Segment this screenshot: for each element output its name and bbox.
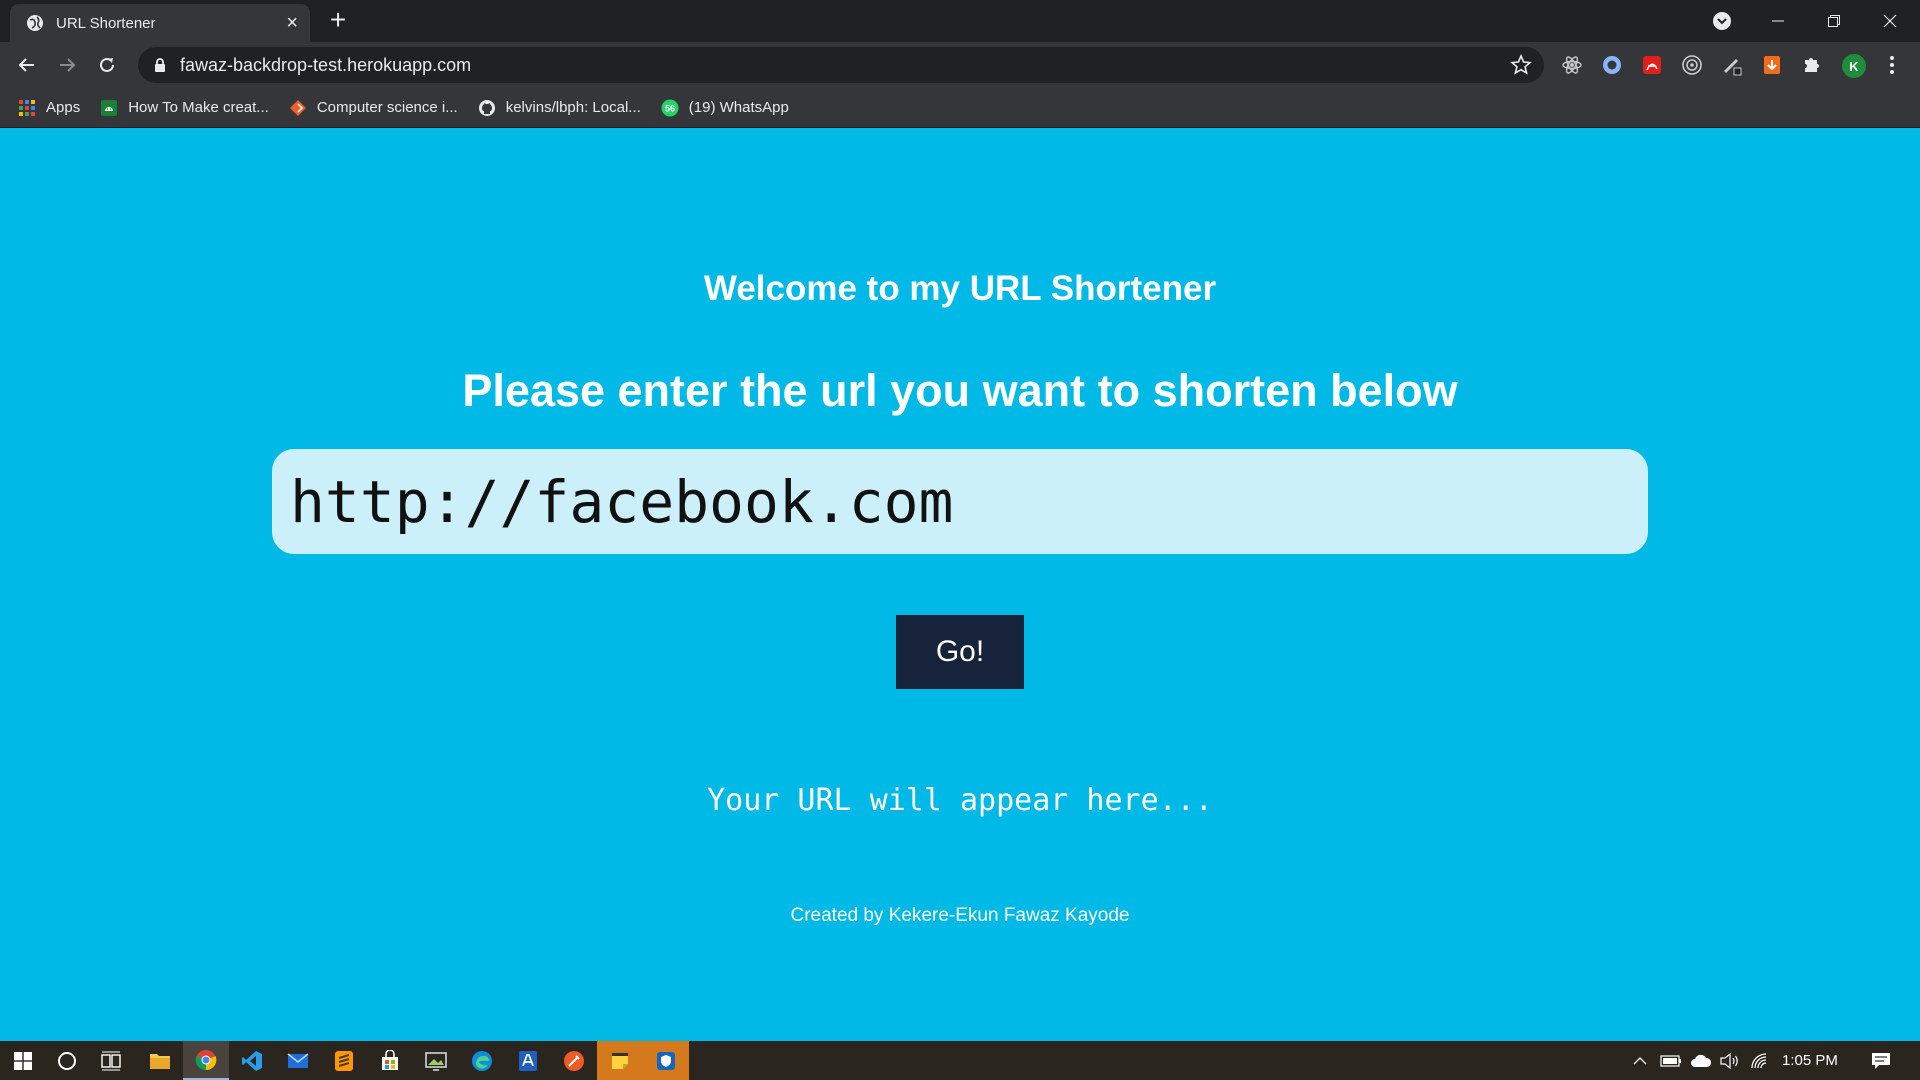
reload-icon <box>100 57 114 72</box>
pen-extension-icon[interactable] <box>1720 53 1744 77</box>
bookmark-label: Apps <box>46 99 81 116</box>
bookmark-whatsapp[interactable]: 56 (19) WhatsApp <box>661 99 789 117</box>
lock-icon <box>152 57 168 73</box>
close-window-button[interactable] <box>1862 0 1918 42</box>
whatsapp-icon: 56 <box>661 99 679 117</box>
go-button[interactable]: Go! <box>896 615 1024 689</box>
bookmark-label: Computer science i... <box>316 99 458 116</box>
windows-taskbar: 1:05 PM <box>0 1041 1920 1080</box>
bookmark-label: (19) WhatsApp <box>688 99 789 116</box>
url-input[interactable] <box>272 449 1648 554</box>
page-content: Welcome to my URL Shortener Please enter… <box>0 129 1920 1041</box>
bookmark-how-to-make[interactable]: How To Make creat... <box>100 99 269 117</box>
vscode-icon[interactable] <box>229 1041 275 1080</box>
azure-data-icon[interactable] <box>505 1041 551 1080</box>
mail-icon[interactable] <box>275 1041 321 1080</box>
volume-icon[interactable] <box>1718 1041 1742 1080</box>
notifications-icon[interactable] <box>1864 1041 1898 1080</box>
diamond-icon <box>289 99 307 117</box>
shortened-url-output: Your URL will appear here... <box>707 783 1213 818</box>
author-credit: Created by Kekere-Ekun Fawaz Kayode <box>790 905 1130 926</box>
download-extension-icon[interactable] <box>1760 53 1784 77</box>
whatsapp-badge: 56 <box>665 103 675 113</box>
sublime-icon[interactable] <box>321 1041 367 1080</box>
address-url: fawaz-backdrop-test.herokuapp.com <box>180 54 472 75</box>
onedrive-cloud-icon[interactable] <box>1688 1041 1714 1080</box>
cortana-search-icon[interactable] <box>44 1041 90 1080</box>
reload-button[interactable] <box>93 51 121 79</box>
file-explorer-icon[interactable] <box>137 1041 183 1080</box>
close-icon <box>1883 14 1897 28</box>
profile-avatar[interactable]: K <box>1842 54 1866 78</box>
bookmarks-bar: Apps How To Make creat... Computer scien… <box>0 88 1920 128</box>
taskbar-clock[interactable]: 1:05 PM <box>1782 1041 1838 1080</box>
tray-overflow-chevron-icon[interactable] <box>1630 1041 1650 1080</box>
edge-icon[interactable] <box>459 1041 505 1080</box>
prompt-heading: Please enter the url you want to shorten… <box>462 365 1458 416</box>
react-devtools-icon[interactable] <box>1560 53 1584 77</box>
bookmark-star-icon[interactable] <box>1510 53 1532 76</box>
postman-icon[interactable] <box>551 1041 597 1080</box>
bookmark-apps[interactable]: Apps <box>18 99 80 117</box>
bookmark-github-lbph[interactable]: kelvins/lbph: Local... <box>478 99 641 117</box>
extension-circle-icon[interactable] <box>1600 53 1624 77</box>
security-icon[interactable] <box>643 1041 689 1080</box>
bookmark-label: kelvins/lbph: Local... <box>505 99 641 116</box>
android-icon <box>100 99 118 117</box>
task-view-icon[interactable] <box>88 1041 134 1080</box>
welcome-heading: Welcome to my URL Shortener <box>703 269 1217 308</box>
battery-icon[interactable] <box>1658 1041 1684 1080</box>
wifi-icon[interactable] <box>1748 1041 1772 1080</box>
tab-search-icon[interactable] <box>1712 11 1732 31</box>
tab-close-icon[interactable]: × <box>286 13 298 33</box>
new-tab-button[interactable]: + <box>324 6 352 34</box>
tab-url-shortener[interactable]: URL Shortener × <box>10 4 310 42</box>
github-icon <box>478 99 496 117</box>
sticky-notes-icon[interactable] <box>597 1041 643 1080</box>
store-icon[interactable] <box>367 1041 413 1080</box>
globe-icon <box>26 14 44 32</box>
acrobat-icon[interactable] <box>1640 53 1664 77</box>
chrome-menu-icon[interactable] <box>1880 53 1904 77</box>
back-arrow-icon <box>18 58 34 72</box>
bookmark-label: How To Make creat... <box>128 99 269 116</box>
minimize-icon <box>1772 20 1784 22</box>
tab-title: URL Shortener <box>56 14 156 32</box>
address-bar[interactable]: fawaz-backdrop-test.herokuapp.com <box>138 47 1544 83</box>
target-extension-icon[interactable] <box>1680 53 1704 77</box>
windows-start-icon[interactable] <box>0 1041 46 1080</box>
restore-icon <box>1828 15 1840 27</box>
restore-button[interactable] <box>1806 0 1862 42</box>
minimize-button[interactable] <box>1750 0 1806 42</box>
browser-tab-strip: URL Shortener × + <box>0 0 1920 42</box>
apps-grid-icon <box>18 99 36 117</box>
photos-icon[interactable] <box>413 1041 459 1080</box>
bookmark-computer-science[interactable]: Computer science i... <box>289 99 458 117</box>
extensions-puzzle-icon[interactable] <box>1800 53 1824 77</box>
forward-arrow-icon <box>60 58 76 72</box>
chrome-icon[interactable] <box>183 1041 229 1080</box>
forward-button[interactable] <box>53 51 81 79</box>
back-button[interactable] <box>13 51 41 79</box>
browser-toolbar: fawaz-backdrop-test.herokuapp.com <box>0 42 1920 88</box>
